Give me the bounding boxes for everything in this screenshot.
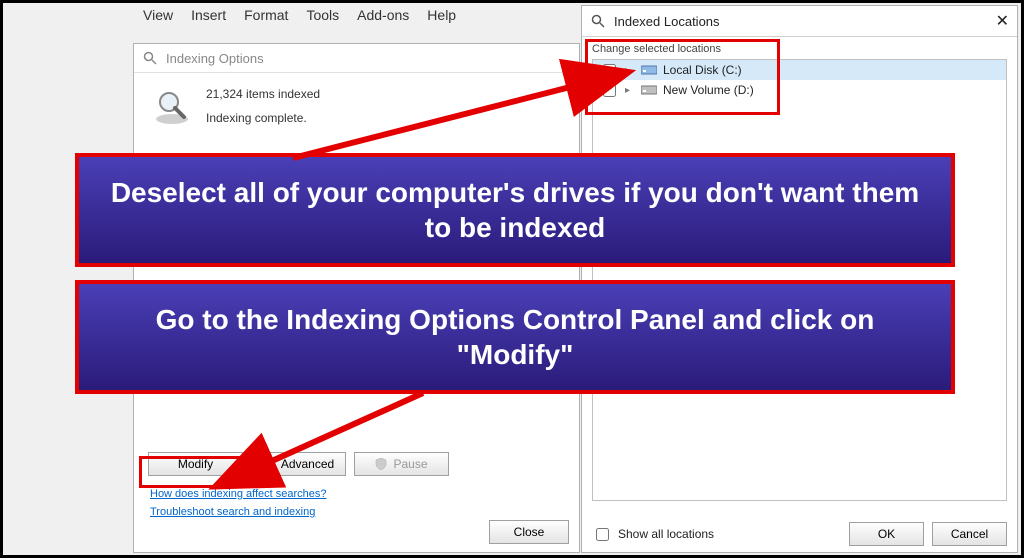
menu-help[interactable]: Help — [427, 7, 456, 23]
search-icon — [142, 50, 158, 66]
menu-format[interactable]: Format — [244, 7, 288, 23]
drive-d-label: New Volume (D:) — [663, 83, 754, 97]
items-indexed: 21,324 items indexed — [206, 87, 320, 101]
pause-button: Pause — [354, 452, 449, 476]
indexed-locations-title: Indexed Locations — [614, 14, 720, 29]
advanced-button[interactable]: Advanced — [251, 452, 346, 476]
menu-tools[interactable]: Tools — [306, 7, 339, 23]
indexing-status: Indexing complete. — [206, 111, 320, 125]
ok-button[interactable]: OK — [849, 522, 924, 546]
close-icon[interactable]: ✕ — [996, 11, 1009, 31]
menu-insert[interactable]: Insert — [191, 7, 226, 23]
chevron-right-icon[interactable]: ▸ — [625, 85, 635, 96]
chevron-right-icon[interactable]: ▸ — [625, 65, 635, 76]
tree-row-d[interactable]: ▸ New Volume (D:) — [593, 80, 1006, 100]
show-all-locations[interactable]: Show all locations — [592, 525, 714, 544]
drive-c-label: Local Disk (C:) — [663, 63, 742, 77]
link-how-indexing[interactable]: How does indexing affect searches? — [150, 488, 327, 500]
advanced-label: Advanced — [281, 457, 334, 471]
screenshot-stage: View Insert Format Tools Add-ons Help In… — [0, 0, 1024, 558]
menu-addons[interactable]: Add-ons — [357, 7, 409, 23]
change-locations-label: Change selected locations — [592, 43, 1017, 55]
show-all-checkbox[interactable] — [596, 528, 609, 541]
drive-icon — [641, 64, 657, 76]
tree-row-c[interactable]: ▸ Local Disk (C:) — [593, 60, 1006, 80]
cancel-button[interactable]: Cancel — [932, 522, 1007, 546]
indexing-options-titlebar: Indexing Options — [134, 44, 579, 73]
pause-label: Pause — [393, 457, 427, 471]
show-all-label: Show all locations — [618, 527, 714, 541]
shield-icon — [375, 458, 387, 470]
close-button[interactable]: Close — [489, 520, 569, 544]
drive-icon — [641, 84, 657, 96]
app-menubar: View Insert Format Tools Add-ons Help — [143, 7, 456, 23]
shield-icon — [263, 458, 275, 470]
indexing-options-title: Indexing Options — [166, 51, 264, 66]
modify-button[interactable]: Modify — [148, 452, 243, 476]
magnifier-icon — [152, 87, 192, 127]
menu-view[interactable]: View — [143, 7, 173, 23]
search-icon — [590, 13, 606, 29]
checkbox-c[interactable] — [603, 64, 616, 77]
link-troubleshoot[interactable]: Troubleshoot search and indexing — [150, 506, 327, 518]
callout-deselect: Deselect all of your computer's drives i… — [75, 153, 955, 267]
callout-modify: Go to the Indexing Options Control Panel… — [75, 280, 955, 394]
checkbox-d[interactable] — [603, 84, 616, 97]
indexed-locations-window: Indexed Locations ✕ Change selected loca… — [581, 5, 1018, 553]
